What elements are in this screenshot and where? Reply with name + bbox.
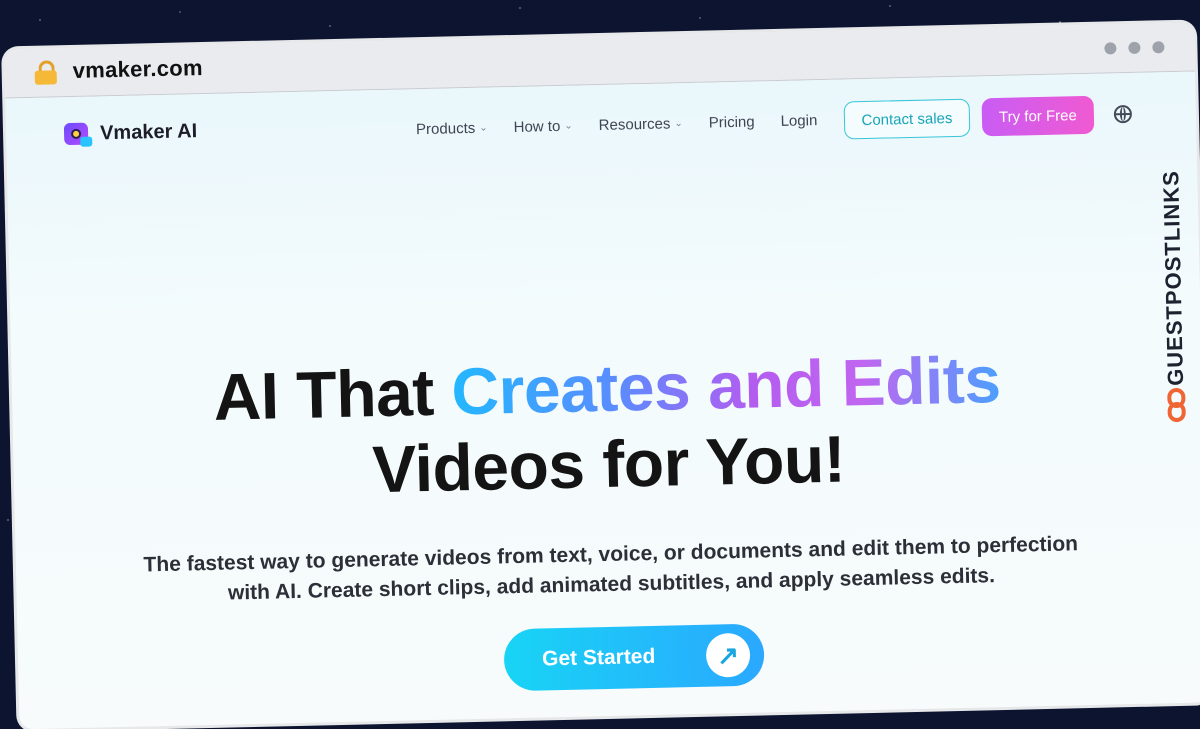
window-dot[interactable] — [1128, 41, 1141, 54]
nav-item-label: Pricing — [708, 113, 755, 132]
nav-item-label: Resources — [598, 115, 671, 135]
watermark-text: GUESTPOSTLINKS — [1158, 169, 1189, 387]
vmaker-logo-icon — [63, 121, 93, 148]
get-started-button[interactable]: Get Started ↗ — [503, 623, 765, 692]
browser-window: vmaker.com Vmaker AI Products ⌄ How to ⌄… — [4, 22, 1200, 729]
nav-item-label: Login — [780, 112, 818, 130]
hero-title-plain: AI That — [212, 354, 453, 434]
nav-item-label: How to — [513, 117, 561, 136]
lock-icon — [34, 60, 57, 85]
logo[interactable]: Vmaker AI — [63, 118, 198, 148]
top-navigation: Vmaker AI Products ⌄ How to ⌄ Resources … — [5, 81, 1196, 168]
chevron-down-icon: ⌄ — [564, 120, 573, 132]
nav-item-login[interactable]: Login — [780, 112, 817, 130]
nav-item-products[interactable]: Products ⌄ — [415, 119, 488, 139]
nav-menu: Products ⌄ How to ⌄ Resources ⌄ Pricing … — [416, 112, 818, 138]
arrow-up-right-icon: ↗ — [705, 632, 751, 678]
get-started-label: Get Started — [541, 644, 656, 671]
hero-title-line2: Videos for You! — [371, 421, 846, 507]
try-for-free-button[interactable]: Try for Free — [981, 95, 1095, 137]
hero-section: AI That Creates and Edits Videos for You… — [11, 336, 1200, 613]
chevron-down-icon: ⌄ — [479, 122, 488, 134]
chevron-down-icon: ⌄ — [674, 118, 683, 130]
address-bar[interactable]: vmaker.com — [72, 55, 203, 84]
hero-title: AI That Creates and Edits Videos for You… — [11, 336, 1200, 515]
window-dot[interactable] — [1104, 42, 1117, 55]
hero-subtitle: The fastest way to generate videos from … — [143, 532, 1079, 605]
web-page: Vmaker AI Products ⌄ How to ⌄ Resources … — [5, 71, 1200, 729]
globe-icon[interactable] — [1113, 104, 1133, 124]
nav-item-pricing[interactable]: Pricing — [709, 113, 755, 131]
link-icon — [1164, 387, 1189, 429]
hero-title-gradient: Creates and Edits — [450, 341, 1002, 429]
nav-item-how-to[interactable]: How to ⌄ — [513, 118, 572, 136]
window-controls — [1104, 41, 1165, 55]
nav-item-resources[interactable]: Resources ⌄ — [599, 115, 683, 134]
window-dot[interactable] — [1152, 41, 1165, 54]
contact-sales-button[interactable]: Contact sales — [843, 98, 971, 140]
logo-text: Vmaker AI — [99, 119, 198, 144]
nav-item-label: Products — [415, 119, 476, 139]
watermark: GUESTPOSTLINKS — [1150, 128, 1197, 429]
